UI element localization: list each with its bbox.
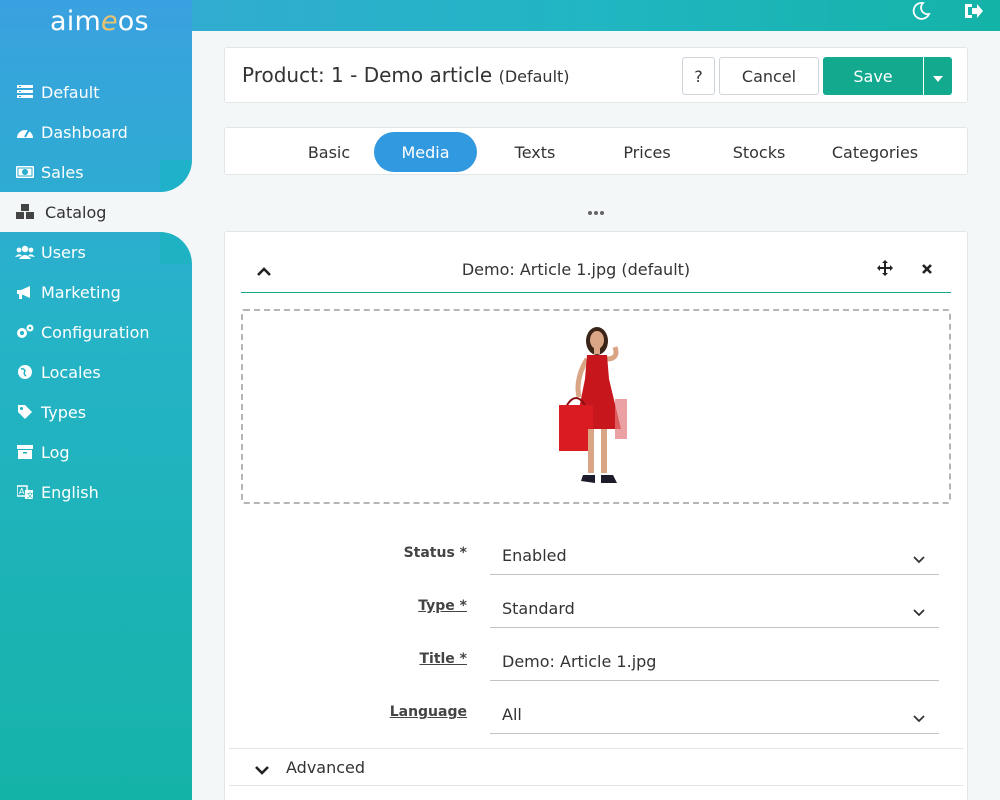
language-label: Language xyxy=(389,704,467,720)
sidebar-item-types[interactable]: Types xyxy=(0,392,192,432)
dashboard-icon xyxy=(15,125,35,139)
sidebar-item-label: Marketing xyxy=(41,282,121,302)
language-icon: A文 xyxy=(15,484,35,500)
media-item-header: Demo: Article 1.jpg (default) xyxy=(241,248,951,293)
sidebar-item-label: Types xyxy=(41,402,87,422)
chevron-down-icon xyxy=(913,602,925,621)
type-row: Type * Standard xyxy=(225,588,969,628)
save-button[interactable]: Save xyxy=(823,57,923,95)
sidebar-item-label: Users xyxy=(41,242,86,262)
sidebar-item-label: English xyxy=(41,482,99,502)
sidebar-item-label: Sales xyxy=(41,162,84,182)
media-item: Demo: Article 1.jpg (default) Status * E… xyxy=(224,231,968,800)
chevron-down-icon xyxy=(913,549,925,568)
sidebar-item-configuration[interactable]: Configuration xyxy=(0,312,192,352)
status-value: Enabled xyxy=(502,546,567,565)
money-icon xyxy=(15,166,35,178)
status-row: Status * Enabled xyxy=(225,535,969,575)
sign-out-icon[interactable] xyxy=(960,0,986,22)
type-value: Standard xyxy=(502,599,575,618)
item-tabs: Basic Media Texts Prices Stocks Categori… xyxy=(224,127,968,175)
tab-prices[interactable]: Prices xyxy=(597,132,697,172)
tab-texts[interactable]: Texts xyxy=(485,132,585,172)
cogs-icon xyxy=(15,324,35,340)
sidebar-item-catalog[interactable]: Catalog xyxy=(0,192,192,232)
sidebar-item-label: Configuration xyxy=(41,322,150,342)
aimeos-logo[interactable]: aimeos xyxy=(50,6,149,37)
language-value: All xyxy=(502,705,522,724)
save-dropdown-button[interactable] xyxy=(924,57,952,95)
type-select[interactable]: Standard xyxy=(490,588,939,628)
globe-icon xyxy=(15,364,35,380)
product-image xyxy=(535,319,665,503)
cubes-icon xyxy=(15,204,35,220)
title-label: Title * xyxy=(419,651,467,667)
chevron-down-icon xyxy=(255,760,269,779)
sidebar-item-label: Catalog xyxy=(45,202,107,222)
sidebar-corner xyxy=(160,160,192,192)
more-tabs-icon[interactable] xyxy=(587,200,605,221)
language-row: Language All xyxy=(225,694,969,734)
sidebar-item-default[interactable]: Default xyxy=(0,72,192,112)
title-value: Demo: Article 1.jpg xyxy=(502,652,657,671)
sidebar-item-label: Log xyxy=(41,442,70,462)
language-select[interactable]: All xyxy=(490,694,939,734)
sidebar-item-label: Locales xyxy=(41,362,101,382)
media-item-title[interactable]: Demo: Article 1.jpg (default) xyxy=(241,260,911,279)
advanced-section-toggle[interactable]: Advanced xyxy=(229,748,964,786)
sidebar-item-dashboard[interactable]: Dashboard xyxy=(0,112,192,152)
archive-icon xyxy=(15,445,35,459)
chevron-down-icon xyxy=(913,708,925,727)
status-label: Status * xyxy=(403,545,467,561)
users-icon xyxy=(15,245,35,259)
sidebar-item-log[interactable]: Log xyxy=(0,432,192,472)
media-preview-dropzone[interactable] xyxy=(241,309,951,504)
tab-basic[interactable]: Basic xyxy=(279,132,379,172)
sidebar-item-locales[interactable]: Locales xyxy=(0,352,192,392)
site-icon xyxy=(15,85,35,99)
tag-icon xyxy=(15,404,35,420)
svg-text:文: 文 xyxy=(27,491,34,500)
cancel-button[interactable]: Cancel xyxy=(719,57,819,95)
sidebar-item-marketing[interactable]: Marketing xyxy=(0,272,192,312)
type-label: Type * xyxy=(418,598,467,614)
help-button[interactable]: ? xyxy=(682,57,715,95)
close-icon[interactable] xyxy=(921,260,933,279)
page-title: Product: 1 - Demo article (Default) xyxy=(242,63,570,87)
sidebar-corner xyxy=(160,232,192,264)
title-input[interactable]: Demo: Article 1.jpg xyxy=(490,641,939,681)
title-row: Title * Demo: Article 1.jpg xyxy=(225,641,969,681)
sidebar-item-english[interactable]: A文 English xyxy=(0,472,192,512)
product-header: Product: 1 - Demo article (Default) ? Ca… xyxy=(224,47,968,103)
bullhorn-icon xyxy=(15,285,35,299)
moon-icon[interactable] xyxy=(908,0,934,22)
move-icon[interactable] xyxy=(877,260,893,280)
sidebar: aimeos Default Dashboard Sales Catalog U… xyxy=(0,0,192,800)
sidebar-item-label: Dashboard xyxy=(41,122,128,142)
tab-media[interactable]: Media xyxy=(374,132,477,172)
advanced-label: Advanced xyxy=(286,758,366,777)
sidebar-item-label: Default xyxy=(41,82,100,102)
tab-categories[interactable]: Categories xyxy=(820,132,930,172)
status-select[interactable]: Enabled xyxy=(490,535,939,575)
caret-down-icon xyxy=(933,67,943,86)
sidebar-nav: Default Dashboard Sales Catalog Users Ma… xyxy=(0,72,192,512)
svg-text:A: A xyxy=(19,487,25,496)
tab-stocks[interactable]: Stocks xyxy=(709,132,809,172)
